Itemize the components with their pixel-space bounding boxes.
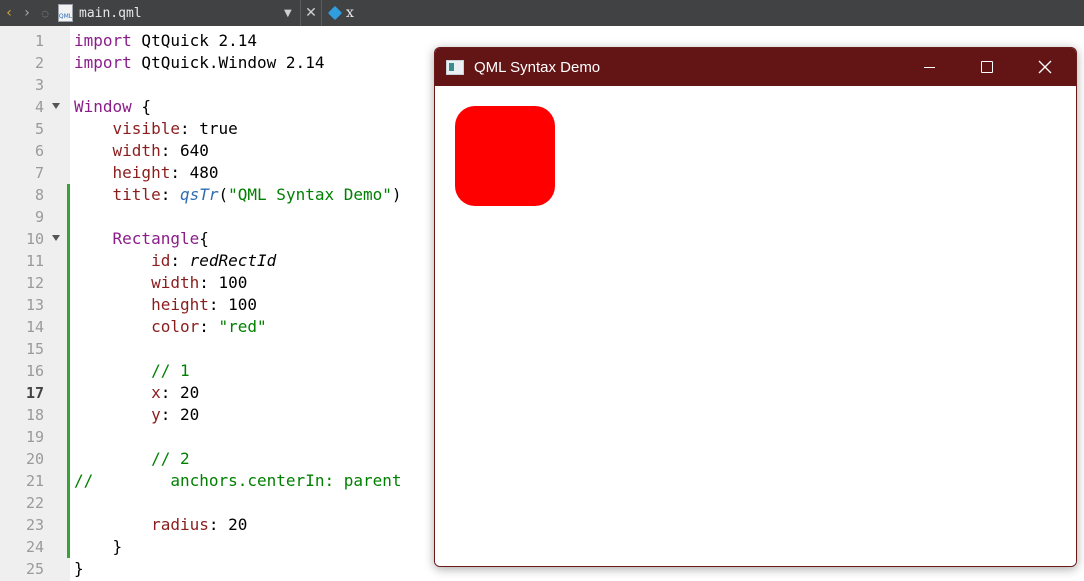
line-number: 8 [34, 186, 44, 204]
code-text: // anchors.centerIn: parent [74, 471, 402, 490]
change-marker [67, 404, 70, 426]
change-marker [67, 338, 70, 360]
line-number: 4 [34, 98, 44, 116]
editor-toolbar: ‹ › ◌ QML main.qml ▼ ✕ x [0, 0, 1084, 26]
code-text: Window { [74, 97, 152, 116]
maximize-button[interactable] [958, 48, 1016, 86]
change-marker [67, 514, 70, 536]
line-number: 5 [34, 120, 44, 138]
unlocked-icon[interactable]: ◌ [36, 0, 54, 26]
change-marker [67, 382, 70, 404]
change-marker [67, 426, 70, 448]
change-marker [67, 360, 70, 382]
close-button[interactable] [1016, 48, 1074, 86]
line-number: 18 [25, 406, 44, 424]
fold-arrow-icon[interactable] [52, 235, 60, 241]
chevron-down-icon[interactable]: ▼ [284, 8, 298, 19]
change-marker [67, 228, 70, 250]
line-number: 15 [25, 340, 44, 358]
close-document-icon[interactable]: ✕ [303, 5, 319, 21]
line-number: 23 [25, 516, 44, 534]
line-number: 6 [34, 142, 44, 160]
qml-app-window: QML Syntax Demo [434, 47, 1077, 567]
fold-arrow-icon[interactable] [52, 103, 60, 109]
line-number: 19 [25, 428, 44, 446]
line-number: 16 [25, 362, 44, 380]
qml-file-icon: QML [58, 4, 73, 22]
code-text: title: qsTr("QML Syntax Demo") [112, 185, 402, 204]
code-text: visible: true [112, 119, 238, 138]
forward-arrow-icon[interactable]: › [18, 0, 36, 26]
change-marker [67, 492, 70, 514]
line-number: 7 [34, 164, 44, 182]
code-text: width: 100 [151, 273, 248, 292]
code-text: // 2 [74, 449, 190, 468]
maximize-icon [981, 61, 993, 73]
code-text: x: 20 [151, 383, 200, 402]
toolbar-divider [300, 0, 301, 26]
line-number: 14 [25, 318, 44, 336]
change-marker [67, 448, 70, 470]
code-text: id: redRectId [151, 251, 277, 270]
code-text: y: 20 [151, 405, 200, 424]
line-number: 10 [25, 230, 44, 248]
current-symbol-selector[interactable]: x [346, 5, 354, 21]
minimize-icon [923, 66, 935, 68]
line-number: 22 [25, 494, 44, 512]
code-text: color: "red" [151, 317, 267, 336]
line-number: 1 [34, 32, 44, 50]
line-number: 11 [25, 252, 44, 270]
change-marker [67, 316, 70, 338]
app-icon [446, 59, 464, 75]
open-document-selector[interactable]: main.qml [79, 6, 284, 21]
change-marker [67, 470, 70, 492]
red-rectangle [455, 106, 555, 206]
code-text: height: 480 [112, 163, 219, 182]
code-text: Rectangle{ [112, 229, 209, 248]
change-marker [67, 250, 70, 272]
back-arrow-icon[interactable]: ‹ [0, 0, 18, 26]
line-number: 9 [34, 208, 44, 226]
line-number: 21 [25, 472, 44, 490]
change-marker [67, 206, 70, 228]
line-number: 20 [25, 450, 44, 468]
line-number: 25 [25, 560, 44, 578]
change-marker [67, 184, 70, 206]
change-marker [67, 272, 70, 294]
window-client-area [435, 86, 1076, 566]
symbol-icon [327, 5, 343, 21]
line-number: 13 [25, 296, 44, 314]
line-number: 17 [25, 384, 44, 402]
code-text: height: 100 [151, 295, 258, 314]
line-number: 24 [25, 538, 44, 556]
code-text: width: 640 [112, 141, 209, 160]
change-marker [67, 536, 70, 558]
window-titlebar[interactable]: QML Syntax Demo [435, 48, 1076, 86]
line-number: 3 [34, 76, 44, 94]
minimize-button[interactable] [900, 48, 958, 86]
code-text: } [74, 559, 84, 578]
line-number: 2 [34, 54, 44, 72]
line-number: 12 [25, 274, 44, 292]
qml-file-icon-text: QML [58, 13, 73, 20]
code-text: } [74, 537, 123, 556]
window-title: QML Syntax Demo [474, 58, 601, 76]
change-marker [67, 294, 70, 316]
close-icon [1038, 60, 1052, 74]
code-text: import QtQuick 2.14 [74, 31, 258, 50]
toolbar-divider [321, 0, 322, 26]
code-text: // 1 [74, 361, 190, 380]
code-text: import QtQuick.Window 2.14 [74, 53, 325, 72]
code-text: radius: 20 [151, 515, 248, 534]
